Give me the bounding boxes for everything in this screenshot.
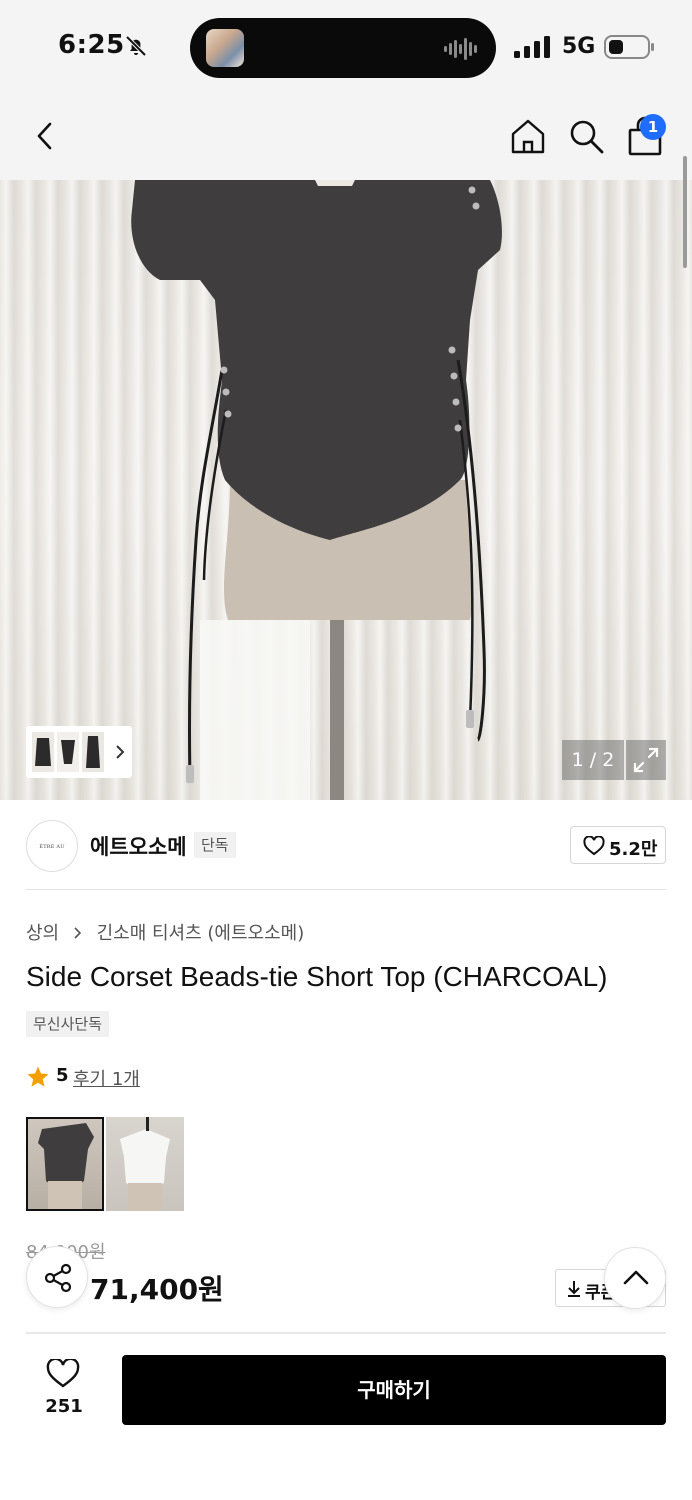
share-icon <box>44 1263 72 1293</box>
product-photo <box>131 180 502 800</box>
battery-icon <box>604 35 654 59</box>
signal-icon <box>514 36 550 58</box>
chevron-up-icon <box>623 1270 649 1285</box>
audio-wave-icon <box>444 38 477 60</box>
cart-count-badge: 1 <box>640 114 666 140</box>
buy-button[interactable]: 구매하기 <box>122 1355 666 1425</box>
status-time: 6:25 <box>58 30 125 60</box>
exclusive-badge: 무신사단독 <box>26 1011 110 1037</box>
heart-icon[interactable] <box>46 1359 80 1389</box>
star-icon <box>27 1066 49 1087</box>
search-icon[interactable] <box>566 116 606 156</box>
chevron-right-icon[interactable] <box>114 743 126 761</box>
heart-icon <box>583 836 605 856</box>
review-link[interactable]: 후기 1개 <box>73 1065 140 1091</box>
product-image[interactable] <box>0 180 692 800</box>
color-swatch-charcoal[interactable] <box>26 1117 104 1211</box>
wish-count: 251 <box>45 1396 83 1417</box>
thumbnail-images <box>32 732 104 772</box>
brand-like-button[interactable]: 5.2만 <box>570 826 666 864</box>
brand-like-count: 5.2만 <box>609 839 658 860</box>
expand-image-button[interactable] <box>626 740 666 780</box>
dynamic-island[interactable] <box>190 18 496 78</box>
scroll-to-top-button[interactable] <box>604 1247 666 1309</box>
page-scroll-indicator <box>683 156 687 268</box>
chevron-right-icon <box>74 927 81 939</box>
expand-icon <box>633 747 659 773</box>
brand-logo[interactable]: ÊTRE AU SOMMET <box>26 820 78 872</box>
home-icon[interactable] <box>508 116 548 156</box>
now-playing-thumbnail <box>206 29 244 67</box>
divider <box>26 1332 666 1334</box>
top-nav <box>0 96 692 180</box>
back-chevron-icon[interactable] <box>30 118 60 154</box>
rating-value: 5 <box>56 1065 69 1086</box>
swatch-image <box>38 1123 94 1209</box>
download-icon <box>568 1281 580 1297</box>
breadcrumb-item[interactable]: 긴소매 티셔츠 (에트오소메) <box>97 919 305 945</box>
swatch-image <box>120 1117 170 1211</box>
breadcrumb-item[interactable]: 상의 <box>26 919 59 945</box>
share-button[interactable] <box>26 1246 88 1308</box>
sale-price: 71,400원 <box>90 1273 224 1306</box>
brand-name[interactable]: 에트오소메 <box>90 831 187 861</box>
brand-exclusive-tag: 단독 <box>194 832 236 858</box>
status-bar: 6:25 5G <box>0 0 692 96</box>
image-page-counter: 1 / 2 <box>562 740 624 780</box>
divider <box>26 889 666 890</box>
brand-logo-text: ÊTRE AU SOMMET <box>39 844 65 850</box>
product-title: Side Corset Beads-tie Short Top (CHARCOA… <box>26 961 608 992</box>
color-swatch-white[interactable] <box>106 1117 184 1211</box>
network-type: 5G <box>562 34 596 59</box>
bell-slash-icon <box>125 35 147 57</box>
breadcrumb: 상의 긴소매 티셔츠 (에트오소메) <box>26 919 304 945</box>
